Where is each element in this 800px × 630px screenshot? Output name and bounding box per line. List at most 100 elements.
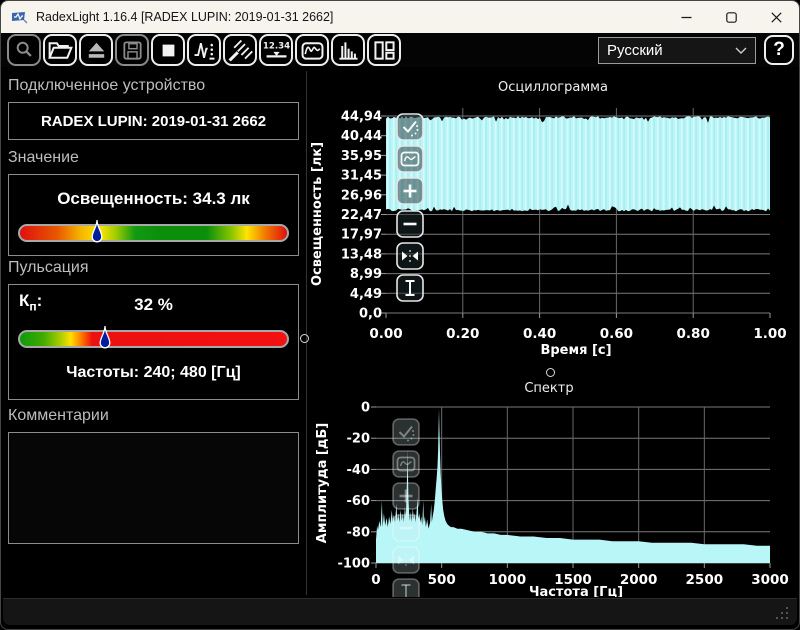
svg-text:22,47: 22,47 xyxy=(341,208,382,223)
svg-text:500: 500 xyxy=(428,572,456,588)
light-rays-icon xyxy=(226,36,255,65)
eject-device-button[interactable] xyxy=(79,34,113,66)
pulsation-box: Кп: 32 % Частоты: 240; 480 [Гц] xyxy=(8,284,299,400)
window-controls xyxy=(664,1,799,33)
svg-text:0.40: 0.40 xyxy=(523,326,556,342)
help-label: ? xyxy=(773,39,785,61)
svg-text:4,49: 4,49 xyxy=(350,287,382,302)
search-icon xyxy=(10,36,39,65)
titlebar: RadexLight 1.16.4 [RADEX LUPIN: 2019-01-… xyxy=(1,1,799,33)
minimize-button[interactable] xyxy=(664,1,709,33)
stop-square-icon xyxy=(154,36,183,65)
svg-text:-40: -40 xyxy=(347,463,371,478)
numeric-display-mode-button[interactable]: 12.34 xyxy=(259,34,293,66)
svg-text:35,95: 35,95 xyxy=(341,149,382,164)
pulse-waveform-icon xyxy=(190,36,219,65)
spectrum-chart: 0-20-40-60-80-10005001000150020002500300… xyxy=(307,371,800,602)
resize-grip-icon[interactable] xyxy=(775,606,789,620)
chart-zoom-in-button[interactable] xyxy=(397,178,423,204)
chart-zoom-in-button[interactable] xyxy=(393,483,419,509)
toolbar-buttons: 12.34 xyxy=(7,34,403,66)
pulsation-scale xyxy=(18,330,289,348)
svg-text:40,44: 40,44 xyxy=(341,129,382,144)
chart-fit-to-window-button[interactable] xyxy=(397,146,423,172)
oscillogram-mode-button[interactable] xyxy=(295,34,329,66)
svg-text:1.00: 1.00 xyxy=(753,326,786,342)
illuminance-reading: Освещенность: 34.3 лк xyxy=(9,189,298,209)
app-window: RadexLight 1.16.4 [RADEX LUPIN: 2019-01-… xyxy=(0,0,800,630)
chart-fit-horizontal-button[interactable] xyxy=(397,243,423,269)
svg-text:-60: -60 xyxy=(347,494,371,509)
svg-text:17,97: 17,97 xyxy=(341,228,382,243)
language-selected-value: Русский xyxy=(607,42,663,59)
spectrum-bars-icon xyxy=(334,36,363,65)
pulsation-mode-button[interactable] xyxy=(187,34,221,66)
svg-text:Осциллограмма: Осциллограмма xyxy=(498,80,608,95)
chart-fit-vertical-button[interactable] xyxy=(397,275,423,301)
pulsation-marker xyxy=(99,325,111,351)
chart-zoom-out-button[interactable] xyxy=(393,515,419,541)
svg-text:0.00: 0.00 xyxy=(369,326,402,342)
chart-fit-vertical-button[interactable] xyxy=(393,579,419,597)
droplet-icon xyxy=(99,325,111,351)
close-button[interactable] xyxy=(754,1,799,33)
svg-text:44,94: 44,94 xyxy=(341,110,382,125)
toolbar: 12.34 Русский ? xyxy=(1,33,799,67)
statusbar xyxy=(3,598,797,625)
comments-section-header: Комментарии xyxy=(8,407,109,425)
svg-text:0.20: 0.20 xyxy=(446,326,479,342)
pulsation-frequencies: Частоты: 240; 480 [Гц] xyxy=(9,364,298,382)
app-icon xyxy=(11,9,28,26)
help-button[interactable]: ? xyxy=(764,35,794,65)
svg-text:Спектр: Спектр xyxy=(524,381,573,396)
open-file-button[interactable] xyxy=(43,34,77,66)
svg-text:Частота [Гц]: Частота [Гц] xyxy=(529,585,623,597)
floppy-save-icon xyxy=(118,36,147,65)
device-section-header: Подключенное устройство xyxy=(8,77,205,95)
maximize-icon xyxy=(726,12,737,23)
chart-auto-scale-button[interactable] xyxy=(397,114,423,140)
illuminance-scale xyxy=(18,224,289,242)
svg-text:31,45: 31,45 xyxy=(341,169,382,184)
oscillogram-icon xyxy=(298,36,327,65)
pulsation-scale-bar xyxy=(18,330,289,348)
droplet-icon xyxy=(91,219,103,245)
svg-text:1000: 1000 xyxy=(489,572,527,588)
chart-fit-to-window-button[interactable] xyxy=(393,451,419,477)
illuminance-mode-button[interactable] xyxy=(223,34,257,66)
stop-measurement-button[interactable] xyxy=(151,34,185,66)
value-box: Освещенность: 34.3 лк xyxy=(8,174,299,256)
panel-layout-icon xyxy=(370,36,399,65)
chart-fit-horizontal-button[interactable] xyxy=(393,547,419,573)
svg-text:Амплитуда [дБ]: Амплитуда [дБ] xyxy=(315,423,330,543)
device-name: RADEX LUPIN: 2019-01-31 2662 xyxy=(41,113,266,130)
maximize-button[interactable] xyxy=(709,1,754,33)
close-icon xyxy=(771,12,782,23)
svg-text:2500: 2500 xyxy=(686,572,724,588)
open-folder-icon xyxy=(46,36,75,65)
save-button[interactable] xyxy=(115,34,149,66)
svg-text:-100: -100 xyxy=(337,557,370,572)
panel-layout-mode-button[interactable] xyxy=(367,34,401,66)
language-select[interactable]: Русский xyxy=(598,37,756,64)
chart-zoom-out-button[interactable] xyxy=(397,211,423,237)
eject-icon xyxy=(82,36,111,65)
svg-text:-20: -20 xyxy=(347,432,371,447)
svg-text:12.34: 12.34 xyxy=(262,41,289,51)
svg-text:0: 0 xyxy=(371,572,380,588)
value-section-header: Значение xyxy=(8,149,79,167)
illuminance-marker xyxy=(91,219,103,245)
kp-value: 32 % xyxy=(9,295,298,315)
svg-text:0,0: 0,0 xyxy=(359,307,382,322)
search-button[interactable] xyxy=(7,34,41,66)
svg-text:0: 0 xyxy=(361,401,370,416)
chart-auto-scale-button[interactable] xyxy=(393,419,419,445)
svg-text:-80: -80 xyxy=(347,525,371,540)
comments-input[interactable] xyxy=(9,433,298,543)
chevron-down-icon xyxy=(735,47,747,54)
numeric-readout-icon: 12.34 xyxy=(262,36,291,65)
pulsation-section-header: Пульсация xyxy=(8,259,88,277)
spectrum-mode-button[interactable] xyxy=(331,34,365,66)
svg-text:2000: 2000 xyxy=(620,572,658,588)
window-title: RadexLight 1.16.4 [RADEX LUPIN: 2019-01-… xyxy=(36,10,333,24)
